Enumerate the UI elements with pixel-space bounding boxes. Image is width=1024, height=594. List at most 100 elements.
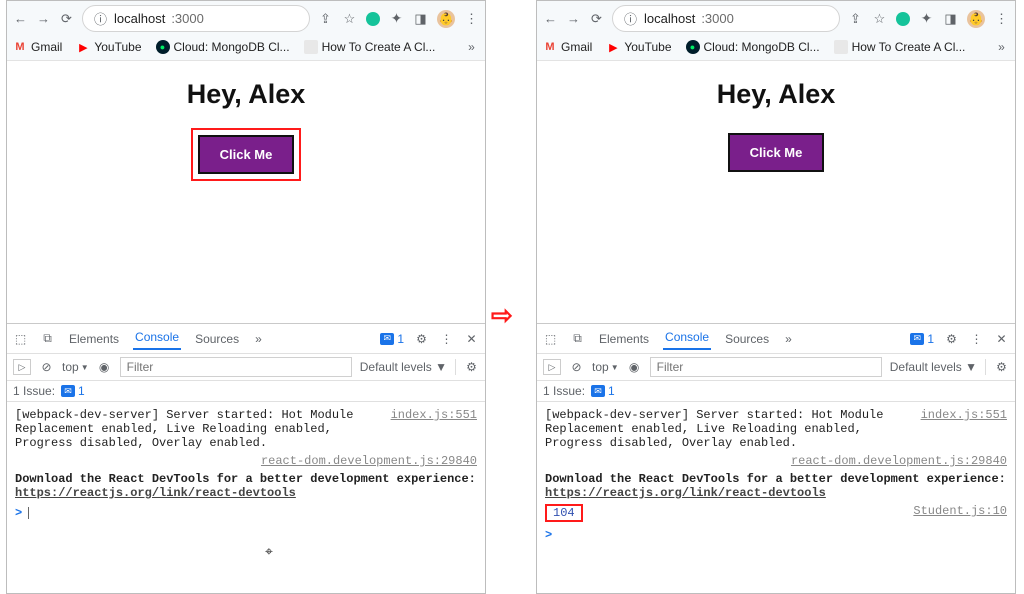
tabs-more[interactable]: » (253, 329, 264, 349)
console-clear-icon[interactable]: ⊘ (39, 360, 54, 374)
console-settings-icon[interactable]: ⚙ (464, 360, 479, 374)
devtools-settings-icon[interactable]: ⚙ (944, 332, 959, 346)
mongo-icon: ● (686, 40, 700, 54)
bookmark-mongo[interactable]: ●Cloud: MongoDB Cl... (156, 40, 290, 54)
star-icon[interactable]: ☆ (872, 11, 887, 27)
log-link[interactable]: https://reactjs.org/link/react-devtools (15, 486, 296, 500)
devtools-settings-icon[interactable]: ⚙ (414, 332, 429, 346)
console-settings-icon[interactable]: ⚙ (994, 360, 1009, 374)
dropdown-icon: ▼ (81, 363, 89, 372)
bookmarks-more[interactable]: » (994, 40, 1009, 54)
inspect-icon[interactable]: ⬚ (13, 332, 28, 346)
log-reactdev-src: react-dom.development.js:29840 (545, 454, 1007, 468)
console-body[interactable]: [webpack-dev-server] Server started: Hot… (7, 402, 485, 593)
browser-window-right: ← → ⟳ ⓘ localhost:3000 ⇪ ☆ ✦ ◨ 👶 ⋮ MGmai… (536, 0, 1016, 594)
address-bar[interactable]: ⓘ localhost:3000 (612, 5, 840, 32)
bookmark-gmail[interactable]: MGmail (543, 40, 592, 54)
bookmark-gmail[interactable]: MGmail (13, 40, 62, 54)
log-value: 104 (545, 504, 583, 522)
reload-button[interactable]: ⟳ (589, 11, 604, 27)
bookmark-label: YouTube (94, 40, 141, 54)
devtools-more-icon[interactable]: ⋮ (439, 332, 454, 346)
side-panel-icon[interactable]: ◨ (943, 11, 958, 27)
log-source[interactable]: index.js:551 (391, 408, 477, 422)
console-clear-icon[interactable]: ⊘ (569, 360, 584, 374)
issue-count: 1 (397, 332, 404, 346)
profile-avatar[interactable]: 👶 (437, 10, 455, 28)
star-icon[interactable]: ☆ (342, 11, 357, 27)
context-dropdown[interactable]: top ▼ (592, 360, 619, 374)
bookmarks-more[interactable]: » (464, 40, 479, 54)
extensions-icon[interactable]: ✦ (389, 10, 404, 27)
site-info-icon[interactable]: ⓘ (623, 9, 638, 28)
device-toggle-icon[interactable]: ⧉ (40, 331, 55, 346)
log-react-devtools: Download the React DevTools for a better… (545, 472, 1007, 500)
bookmark-youtube[interactable]: ▶YouTube (606, 40, 671, 54)
extensions-icon[interactable]: ✦ (919, 10, 934, 27)
log-webpack: [webpack-dev-server] Server started: Hot… (15, 408, 477, 450)
devtools-more-icon[interactable]: ⋮ (969, 332, 984, 346)
bookmark-howto[interactable]: How To Create A Cl... (834, 40, 966, 54)
back-button[interactable]: ← (13, 11, 28, 26)
console-body[interactable]: [webpack-dev-server] Server started: Hot… (537, 402, 1015, 593)
log-source[interactable]: react-dom.development.js:29840 (791, 454, 1007, 468)
browser-menu[interactable]: ⋮ (464, 11, 479, 27)
forward-button[interactable]: → (566, 11, 581, 26)
tabs-more[interactable]: » (783, 329, 794, 349)
back-button[interactable]: ← (543, 11, 558, 26)
url-port: :3000 (701, 11, 734, 26)
context-dropdown[interactable]: top ▼ (62, 360, 89, 374)
log-reactdev-src: react-dom.development.js:29840 (15, 454, 477, 468)
address-bar[interactable]: ⓘ localhost:3000 (82, 5, 310, 32)
tab-elements[interactable]: Elements (67, 329, 121, 349)
console-prompt[interactable]: > (545, 528, 1007, 542)
devtools-close-icon[interactable]: ✕ (464, 332, 479, 346)
log-source[interactable]: index.js:551 (921, 408, 1007, 422)
live-expression-icon[interactable]: ◉ (97, 360, 112, 374)
devtools-close-icon[interactable]: ✕ (994, 332, 1009, 346)
console-prompt[interactable]: > (15, 506, 477, 520)
issue-badge[interactable]: ✉1 (910, 332, 934, 346)
issues-row[interactable]: 1 Issue: ✉1 (537, 381, 1015, 402)
click-me-button[interactable]: Click Me (198, 135, 295, 174)
grammarly-icon[interactable] (896, 12, 910, 26)
filter-input[interactable] (120, 357, 352, 377)
console-play-icon[interactable]: ▷ (13, 359, 31, 375)
url-host: localhost (114, 11, 165, 26)
live-expression-icon[interactable]: ◉ (627, 360, 642, 374)
browser-menu[interactable]: ⋮ (994, 11, 1009, 27)
side-panel-icon[interactable]: ◨ (413, 11, 428, 27)
issues-row[interactable]: 1 Issue: ✉1 (7, 381, 485, 402)
page-heading: Hey, Alex (187, 79, 306, 110)
console-play-icon[interactable]: ▷ (543, 359, 561, 375)
bookmark-howto[interactable]: How To Create A Cl... (304, 40, 436, 54)
click-me-button[interactable]: Click Me (728, 133, 825, 172)
profile-avatar[interactable]: 👶 (967, 10, 985, 28)
bookmark-youtube[interactable]: ▶YouTube (76, 40, 141, 54)
tab-console[interactable]: Console (663, 327, 711, 350)
bookmark-mongo[interactable]: ●Cloud: MongoDB Cl... (686, 40, 820, 54)
share-icon[interactable]: ⇪ (848, 11, 863, 27)
log-levels-dropdown[interactable]: Default levels ▼ (890, 360, 977, 374)
toolbar: ← → ⟳ ⓘ localhost:3000 ⇪ ☆ ✦ ◨ 👶 ⋮ (7, 1, 485, 36)
console-filter-bar: ▷ ⊘ top ▼ ◉ Default levels ▼ ⚙ (537, 354, 1015, 381)
issues-count: 1 (78, 384, 85, 398)
site-info-icon[interactable]: ⓘ (93, 9, 108, 28)
device-toggle-icon[interactable]: ⧉ (570, 331, 585, 346)
tab-sources[interactable]: Sources (193, 329, 241, 349)
tab-console[interactable]: Console (133, 327, 181, 350)
log-source[interactable]: Student.js:10 (913, 504, 1007, 518)
filter-input[interactable] (650, 357, 882, 377)
reload-button[interactable]: ⟳ (59, 11, 74, 27)
tab-elements[interactable]: Elements (597, 329, 651, 349)
grammarly-icon[interactable] (366, 12, 380, 26)
inspect-icon[interactable]: ⬚ (543, 332, 558, 346)
share-icon[interactable]: ⇪ (318, 11, 333, 27)
devtools-panel: ⬚ ⧉ Elements Console Sources » ✉1 ⚙ ⋮ ✕ … (537, 323, 1015, 593)
log-levels-dropdown[interactable]: Default levels ▼ (360, 360, 447, 374)
log-source[interactable]: react-dom.development.js:29840 (261, 454, 477, 468)
log-link[interactable]: https://reactjs.org/link/react-devtools (545, 486, 826, 500)
tab-sources[interactable]: Sources (723, 329, 771, 349)
issue-badge[interactable]: ✉1 (380, 332, 404, 346)
forward-button[interactable]: → (36, 11, 51, 26)
